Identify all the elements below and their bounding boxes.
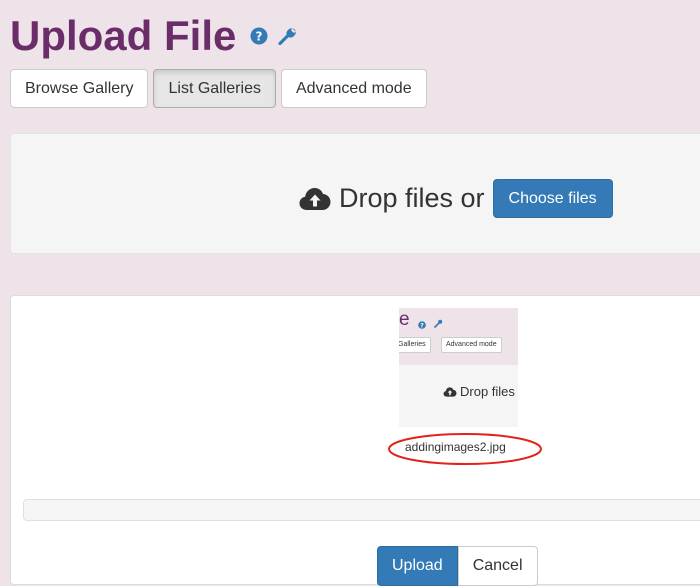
upload-actions: Upload Cancel xyxy=(377,546,538,586)
thumbnail-title-fragment: e xyxy=(399,309,410,330)
browse-gallery-button[interactable]: Browse Gallery xyxy=(10,69,149,108)
toolbar: Browse Gallery List Galleries Advanced m… xyxy=(10,69,427,108)
page-header: Upload File ? xyxy=(10,8,298,64)
thumbnail-header: e ? Galleries Advanced mode xyxy=(399,308,518,365)
thumbnail-wrench-icon xyxy=(434,315,443,333)
upload-progress-bar xyxy=(23,499,700,521)
thumbnail-cloud-icon xyxy=(443,386,457,397)
cancel-button[interactable]: Cancel xyxy=(457,546,538,586)
dropzone-content: Drop files or Choose files xyxy=(299,179,613,218)
upload-queue-panel: e ? Galleries Advanced mode Drop files a… xyxy=(10,295,700,586)
help-icon[interactable]: ? xyxy=(250,27,268,45)
file-name: addingimages2.jpg xyxy=(405,440,506,454)
svg-text:?: ? xyxy=(420,322,424,329)
upload-button[interactable]: Upload xyxy=(377,546,458,586)
dropzone-text: Drop files or xyxy=(339,183,485,213)
page-title: Upload File xyxy=(10,12,237,59)
advanced-mode-button[interactable]: Advanced mode xyxy=(280,69,427,108)
thumbnail-help-icon: ? xyxy=(418,316,426,334)
file-dropzone[interactable]: Drop files or Choose files xyxy=(10,133,700,254)
thumbnail-dropzone: Drop files xyxy=(443,384,515,399)
image-thumbnail: e ? Galleries Advanced mode Drop files xyxy=(399,308,518,427)
thumbnail-drop-text: Drop files xyxy=(460,384,515,399)
cloud-upload-icon xyxy=(299,187,331,211)
thumbnail-galleries-button: Galleries xyxy=(399,337,431,353)
thumbnail-advanced-button: Advanced mode xyxy=(441,337,502,353)
wrench-icon[interactable] xyxy=(278,26,298,46)
choose-files-button[interactable]: Choose files xyxy=(492,179,613,218)
list-galleries-button[interactable]: List Galleries xyxy=(153,69,276,108)
svg-text:?: ? xyxy=(256,30,263,44)
